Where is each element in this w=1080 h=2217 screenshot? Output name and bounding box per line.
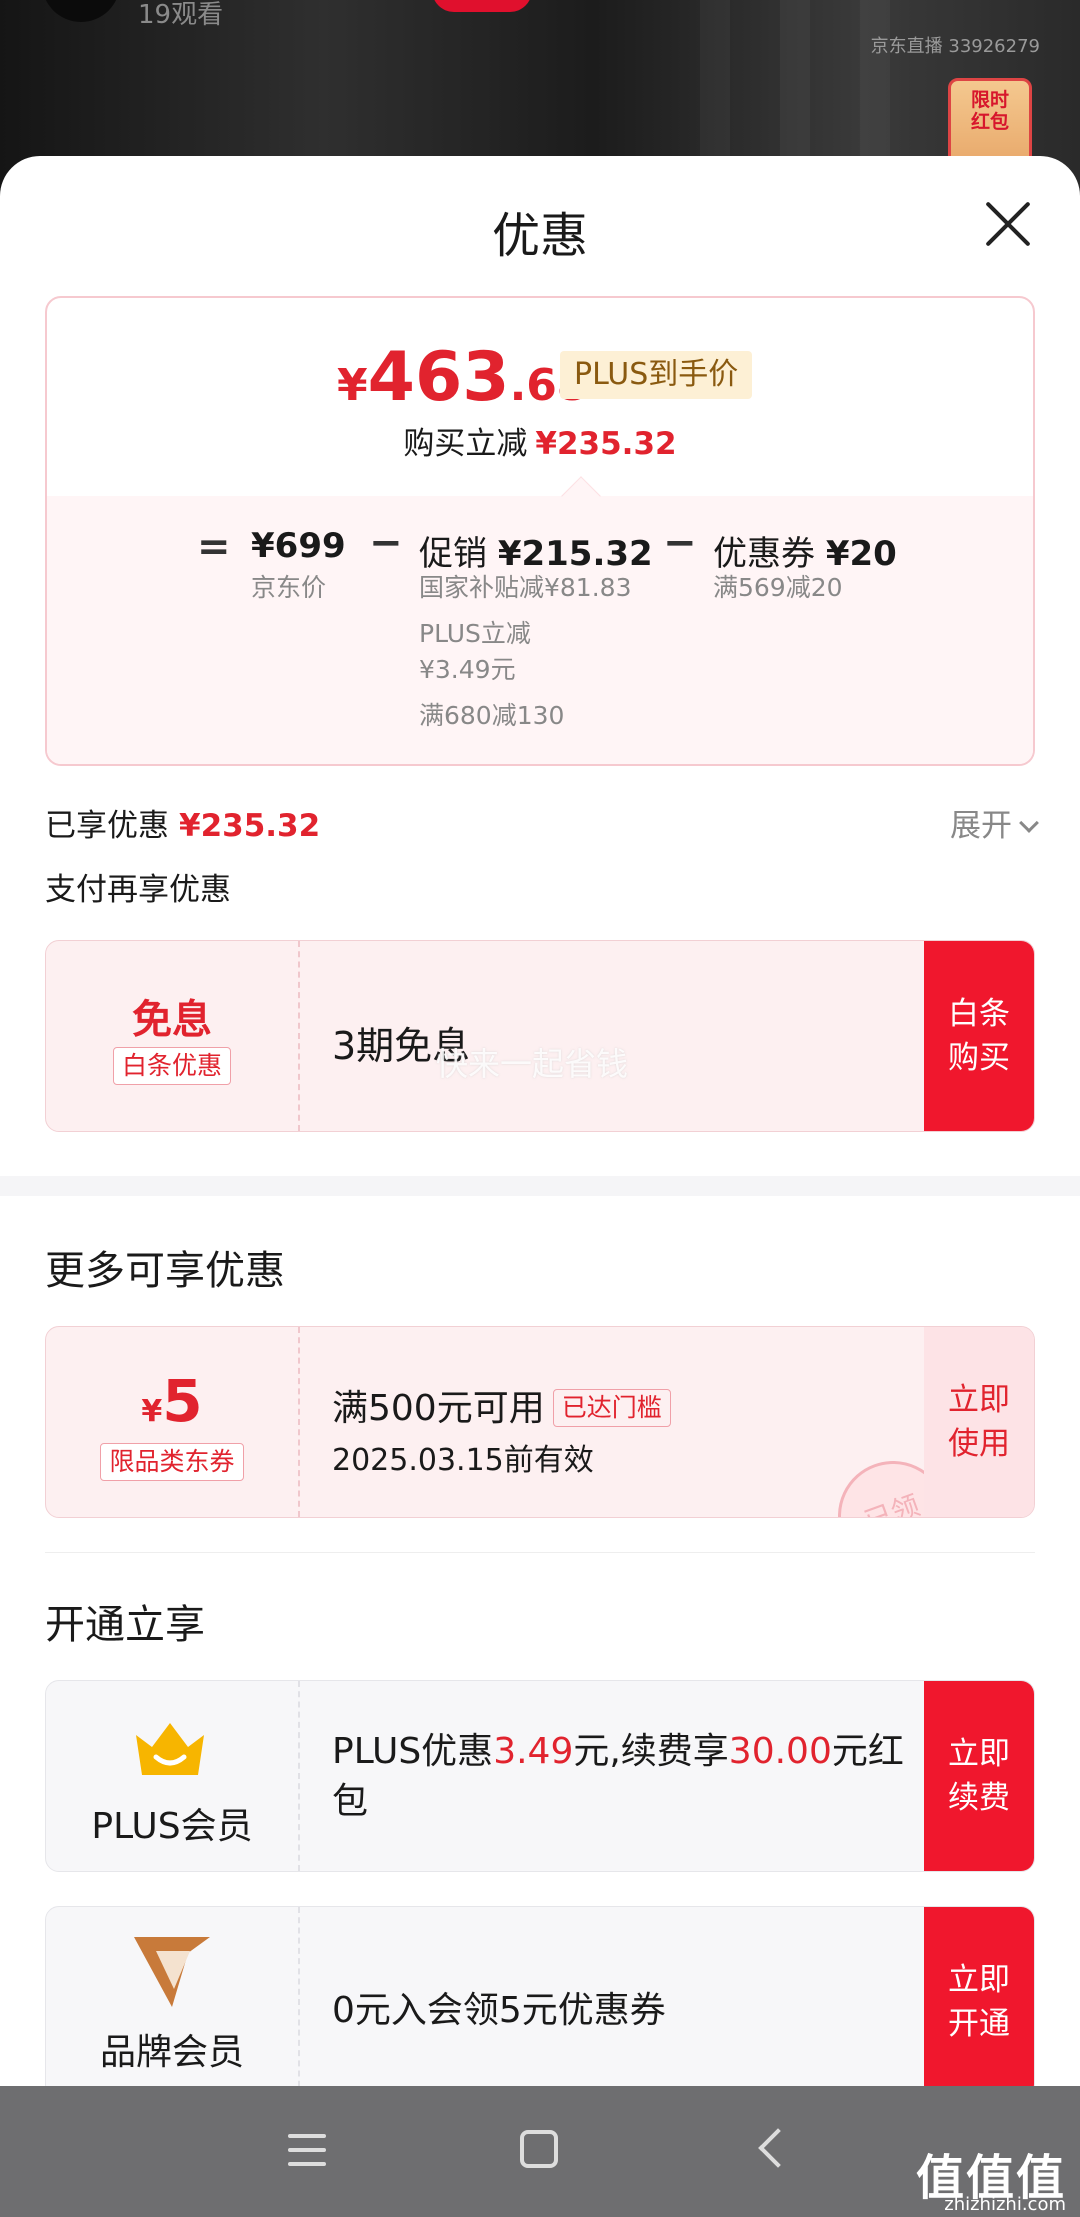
promo-plus-label: PLUS立减 <box>419 619 531 648</box>
plus-price-tag: PLUS到手价 <box>560 351 753 399</box>
room-id: 京东直播 33926279 <box>870 36 1040 57</box>
pay-section-title: 支付再享优惠 <box>45 872 231 908</box>
coupon-amount: ¥20 <box>825 534 897 574</box>
final-price-int: 463 <box>367 338 510 417</box>
promo-full-reduction: 满680减130 <box>419 701 565 730</box>
coupon-offer[interactable]: ¥5 限品类东券 满500元可用 已达门槛 2025.03.15前有效 已领 立即… <box>45 1326 1035 1518</box>
enjoyed-amount: ¥235.32 <box>179 808 321 844</box>
plus-member-offer[interactable]: PLUS会员 PLUS优惠3.49元,续费享30.00元红包 立即 续费 <box>45 1680 1035 1872</box>
sheet-title: 优惠 <box>491 208 588 264</box>
coupon-number: 5 <box>162 1367 203 1435</box>
open-brand-label: 立即 开通 <box>948 1962 1010 2042</box>
section-divider <box>0 1176 1080 1196</box>
enjoyed-label: 已享优惠 <box>45 808 169 844</box>
minus-sign-1: − <box>369 520 403 566</box>
baitiao-buy-label: 白条 购买 <box>948 996 1010 1076</box>
menu-icon[interactable] <box>288 2134 326 2166</box>
coupon-left: ¥5 限品类东券 <box>46 1327 298 1517</box>
expand-button[interactable]: 展开 <box>950 800 1039 845</box>
plus-left: PLUS会员 <box>46 1681 298 1871</box>
brand-member-offer[interactable]: 品牌会员 0元入会领5元优惠券 立即 开通 <box>45 1906 1035 2086</box>
brand-member-label: 品牌会员 <box>99 2032 244 2073</box>
reduce-line: 购买立减 ¥235.32 <box>47 418 1033 463</box>
open-brand-button[interactable]: 立即 开通 <box>924 1907 1034 2086</box>
promo: 促销 ¥215.32 <box>419 526 653 575</box>
coupon-condition: 满569减20 <box>713 573 843 602</box>
reduce-label: 购买立减 <box>403 426 528 462</box>
promo-subsidy: 国家补贴减¥81.83 <box>419 573 632 602</box>
equal-sign: = <box>197 524 231 570</box>
final-price: ¥463.68 <box>337 338 588 417</box>
reduce-amount: ¥235.32 <box>535 426 677 462</box>
use-coupon-label: 立即 使用 <box>948 1382 1010 1462</box>
promo-plus-amount: ¥3.49元 <box>419 655 516 684</box>
baitiao-tag: 白条优惠 <box>112 1047 231 1085</box>
coupon-condition-line: 满500元可用 已达门槛 <box>332 1379 924 1431</box>
coupon-yen: ¥ <box>141 1394 163 1429</box>
coupon: 优惠券 ¥20 <box>713 526 897 575</box>
site-watermark-url: zhizhizhi.com <box>944 2194 1066 2215</box>
system-nav-bar: 值值值 zhizhizhi.com <box>0 2086 1080 2217</box>
back-icon[interactable] <box>758 2128 798 2168</box>
dashed-divider <box>298 1327 300 1517</box>
open-section-title: 开通立享 <box>45 1602 205 1648</box>
chevron-down-icon <box>1019 813 1039 833</box>
dashed-divider <box>298 1681 300 1871</box>
baitiao-buy-button[interactable]: 白条 购买 <box>924 941 1034 1131</box>
coupon-label: 优惠券 <box>713 534 815 574</box>
enjoyed-discount: 已享优惠 ¥235.32 <box>45 800 320 845</box>
use-coupon-button[interactable]: 立即 使用 <box>924 1327 1034 1517</box>
red-packet-label: 限时 红包 <box>970 89 1009 133</box>
follow-button[interactable] <box>432 0 532 12</box>
crown-icon <box>136 1723 204 1775</box>
interest-free-title: 免息 <box>132 997 212 1043</box>
offer-left: 免息 白条优惠 <box>46 941 298 1131</box>
thin-divider <box>45 1552 1035 1553</box>
close-icon[interactable] <box>982 198 1034 250</box>
watermark-text: 快来一起省钱 <box>436 1045 629 1083</box>
brand-offer-text: 0元入会领5元优惠券 <box>332 1990 666 2031</box>
threshold-reached-tag: 已达门槛 <box>552 1389 671 1427</box>
brand-left: 品牌会员 <box>46 1907 298 2086</box>
renew-plus-button[interactable]: 立即 续费 <box>924 1681 1034 1871</box>
host-avatar[interactable] <box>42 0 120 22</box>
dashed-divider <box>298 1907 300 2086</box>
plus-offer-text: PLUS优惠3.49元,续费享30.00元红包 <box>332 1731 904 1822</box>
coupon-expiry: 2025.03.15前有效 <box>332 1443 594 1478</box>
plus-member-label: PLUS会员 <box>91 1806 253 1847</box>
renew-plus-label: 立即 续费 <box>948 1736 1010 1816</box>
promo-amount: ¥215.32 <box>497 534 653 574</box>
more-section-title: 更多可享优惠 <box>45 1248 285 1294</box>
coupon-value: ¥5 <box>46 1367 298 1435</box>
viewer-count: 19观看 <box>138 0 224 30</box>
expand-label: 展开 <box>950 808 1012 844</box>
promo-label: 促销 <box>419 534 487 574</box>
price-summary-card: ¥463.68 PLUS到手价 购买立减 ¥235.32 = ¥699 京东价 −… <box>45 296 1035 766</box>
jd-price: ¥699 <box>251 526 346 566</box>
interest-free-offer[interactable]: 免息 白条优惠 3期免息 快来一起省钱 白条 购买 <box>45 940 1035 1132</box>
brand-v-icon <box>134 1937 210 2007</box>
jd-price-label: 京东价 <box>251 573 327 602</box>
final-price-yen: ¥ <box>337 360 368 411</box>
coupon-type-tag: 限品类东券 <box>100 1443 244 1481</box>
home-icon[interactable] <box>520 2130 558 2168</box>
minus-sign-2: − <box>663 520 697 566</box>
coupon-condition-text: 满500元可用 <box>332 1388 545 1429</box>
discount-sheet: 优惠 ¥463.68 PLUS到手价 购买立减 ¥235.32 = ¥699 京东… <box>0 156 1080 2086</box>
dashed-divider <box>298 941 300 1131</box>
